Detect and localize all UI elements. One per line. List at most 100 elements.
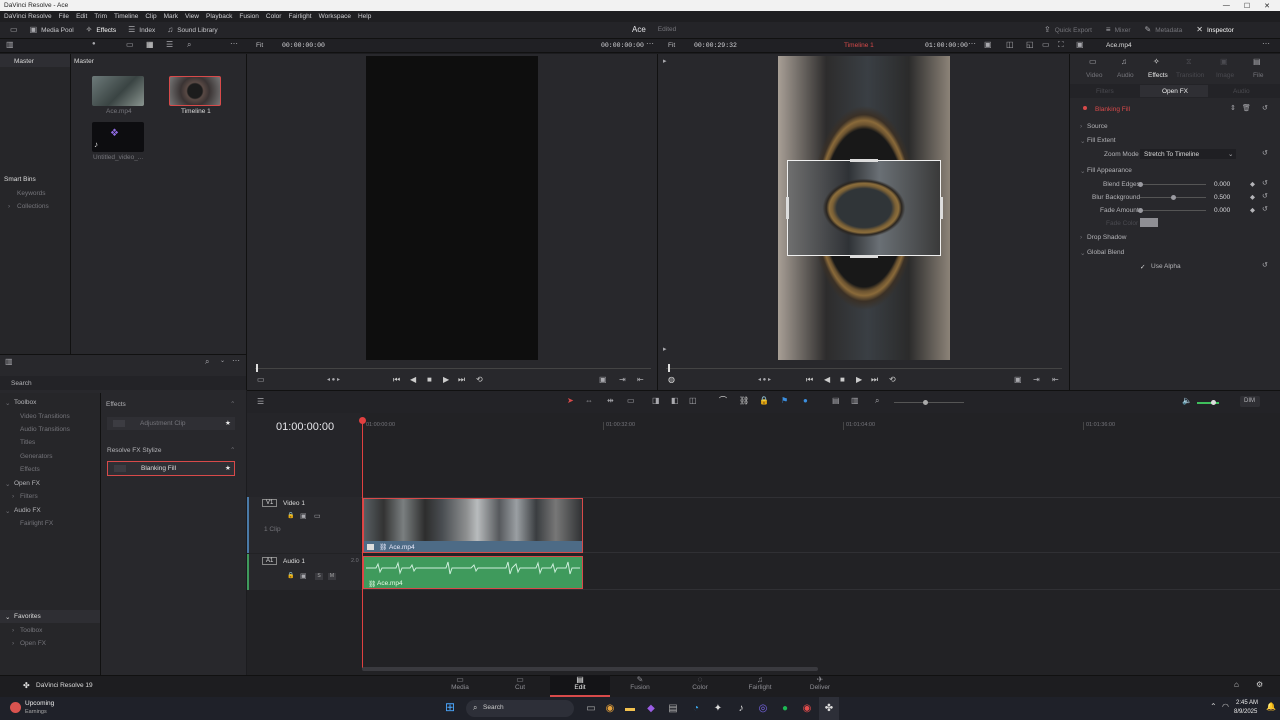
- reset-icon[interactable]: ↺: [1262, 105, 1268, 112]
- more-options-icon[interactable]: ⋯: [232, 357, 240, 365]
- fade-color-swatch[interactable]: [1140, 218, 1158, 227]
- fade-amount-value[interactable]: 0.000: [1214, 207, 1230, 214]
- fade-amount-knob[interactable]: [1138, 208, 1143, 213]
- match-frame-icon[interactable]: ▣: [599, 376, 607, 384]
- chrome-icon[interactable]: ◉: [797, 697, 817, 720]
- tab-audio[interactable]: Audio: [1117, 72, 1134, 79]
- metadata-button[interactable]: ✎ Metadata: [1144, 26, 1182, 34]
- chevron-down-icon[interactable]: ⌄: [5, 613, 10, 621]
- speaker-icon[interactable]: 🔈: [1182, 397, 1192, 405]
- play-icon[interactable]: ▶: [856, 376, 862, 384]
- tab-image[interactable]: Image: [1216, 72, 1234, 79]
- chevron-down-icon[interactable]: ⌄: [1080, 249, 1085, 257]
- keyframe-icon[interactable]: ◆: [1250, 180, 1255, 188]
- zoom-full-icon[interactable]: ▤: [832, 397, 840, 405]
- zoom-mode-select[interactable]: Stretch To Timeline ⌄: [1140, 149, 1236, 159]
- chevron-down-icon[interactable]: ⌄: [1080, 167, 1085, 175]
- close-icon[interactable]: ✕: [1264, 2, 1270, 10]
- subtab-open-fx[interactable]: Open FX: [1162, 88, 1188, 95]
- favorite-star-icon[interactable]: ★: [225, 464, 231, 472]
- media-pool-button[interactable]: ▣ Media Pool: [30, 26, 74, 34]
- blur-background-knob[interactable]: [1171, 195, 1176, 200]
- windows-start-icon[interactable]: ⊞: [445, 701, 458, 714]
- timeline-selector[interactable]: Timeline 1: [844, 42, 874, 49]
- effects-search-input[interactable]: Search: [0, 376, 246, 390]
- reset-icon[interactable]: ↺: [1262, 150, 1268, 157]
- go-to-start-icon[interactable]: ⏮: [393, 376, 400, 384]
- favorite-star-icon[interactable]: ★: [225, 419, 231, 427]
- reset-icon[interactable]: ↺: [1262, 180, 1268, 187]
- menu-item[interactable]: View: [185, 13, 199, 20]
- dim-button[interactable]: DIM: [1240, 396, 1260, 407]
- track-id[interactable]: V1: [262, 499, 278, 507]
- blur-background-value[interactable]: 0.500: [1214, 194, 1230, 201]
- transform-handle[interactable]: [940, 197, 943, 219]
- keyframe-icon[interactable]: ◆: [1250, 206, 1255, 214]
- app-icon-purple[interactable]: ◆: [641, 697, 661, 720]
- more-options-icon[interactable]: ⋯: [1262, 40, 1270, 48]
- flag-icon[interactable]: ⚑: [781, 397, 788, 405]
- page-tab-fairlight[interactable]: ♫ Fairlight: [730, 675, 790, 691]
- insert-clip-icon[interactable]: ◨: [652, 397, 660, 405]
- overlay-icon[interactable]: ◱: [1026, 41, 1034, 49]
- auto-select-icon[interactable]: ▣: [300, 513, 307, 520]
- menu-item[interactable]: Playback: [206, 13, 232, 20]
- menu-item[interactable]: Clip: [145, 13, 156, 20]
- tree-titles[interactable]: Titles: [20, 439, 35, 446]
- effect-item-blanking-fill[interactable]: Blanking Fill ★: [107, 461, 235, 476]
- tab-transition[interactable]: Transition: [1176, 72, 1204, 79]
- more-options-icon[interactable]: ⋯: [646, 40, 654, 48]
- weather-icon[interactable]: [10, 702, 21, 713]
- app-icon-note[interactable]: ▤: [663, 697, 683, 720]
- smart-bins-header[interactable]: Smart Bins: [4, 176, 36, 183]
- chevron-up-icon[interactable]: ⌃: [230, 446, 235, 454]
- dynamic-trim-icon[interactable]: ⇹: [607, 397, 614, 405]
- panel-layout-icon[interactable]: ▭: [10, 26, 18, 34]
- tree-generators[interactable]: Generators: [20, 453, 53, 460]
- zoom-custom-icon[interactable]: ⌕: [875, 397, 879, 405]
- clock-date[interactable]: 8/9/2025: [1234, 709, 1257, 715]
- tiktok-icon[interactable]: ♪: [731, 697, 751, 720]
- monitor-icon[interactable]: ▭: [314, 513, 321, 520]
- mark-icon[interactable]: ⇤: [637, 376, 644, 384]
- edge-icon[interactable]: ◔: [686, 697, 706, 720]
- timeline-ruler[interactable]: 01:00:00:00 01:00:32:00 01:01:04:00 01:0…: [361, 418, 1280, 432]
- subtab-audio[interactable]: Audio: [1233, 88, 1250, 95]
- app-icon-game[interactable]: ✦: [708, 697, 728, 720]
- clip-thumbnail-ace[interactable]: [92, 76, 144, 106]
- insert-icon[interactable]: ⇥: [619, 376, 626, 384]
- more-options-icon[interactable]: ⋯: [968, 40, 976, 48]
- reset-icon[interactable]: ↺: [1262, 262, 1268, 269]
- tree-toolbox[interactable]: Toolbox: [14, 399, 36, 406]
- page-tab-color[interactable]: ◌ Color: [670, 675, 730, 691]
- favorites-header[interactable]: Favorites: [14, 613, 41, 620]
- go-to-end-icon[interactable]: ⏭: [458, 376, 465, 384]
- sidebar-toggle-icon[interactable]: ▥: [6, 41, 14, 49]
- chevron-down-icon[interactable]: ⌄: [1080, 137, 1085, 145]
- tab-effects[interactable]: Effects: [1148, 72, 1168, 79]
- sound-library-button[interactable]: ♫ Sound Library: [167, 26, 217, 34]
- timeline-playhead[interactable]: [362, 420, 363, 668]
- audio-clip[interactable]: ⛓ Ace.mp4: [363, 556, 583, 589]
- loop-icon[interactable]: ⟲: [889, 376, 896, 384]
- safe-area-icon[interactable]: ▭: [1042, 41, 1050, 49]
- chevron-right-icon[interactable]: ›: [12, 627, 14, 634]
- fullscreen-icon[interactable]: ⛶: [1058, 41, 1064, 49]
- loop-icon[interactable]: ⟲: [476, 376, 483, 384]
- section-fill-appearance[interactable]: Fill Appearance: [1087, 167, 1132, 174]
- wifi-icon[interactable]: ◠: [1222, 702, 1229, 711]
- chevron-up-icon[interactable]: ⌃: [230, 400, 235, 408]
- app-icon-chat[interactable]: ◎: [753, 697, 773, 720]
- blend-edges-value[interactable]: 0.000: [1214, 181, 1230, 188]
- grid-view-icon[interactable]: ▦: [146, 41, 154, 49]
- chevron-down-icon[interactable]: ⌄: [5, 480, 10, 488]
- tab-file[interactable]: File: [1253, 72, 1263, 79]
- reorder-icon[interactable]: ⇕: [1230, 105, 1236, 112]
- chevron-right-icon[interactable]: ›: [12, 493, 14, 500]
- menu-item[interactable]: Color: [266, 13, 282, 20]
- bin-master[interactable]: Master: [14, 58, 34, 65]
- index-button[interactable]: ☰ Index: [128, 26, 155, 34]
- section-fill-extent[interactable]: Fill Extent: [1087, 137, 1116, 144]
- audio-scrub-icon[interactable]: ◍: [668, 376, 675, 384]
- maximize-icon[interactable]: ☐: [1244, 2, 1250, 10]
